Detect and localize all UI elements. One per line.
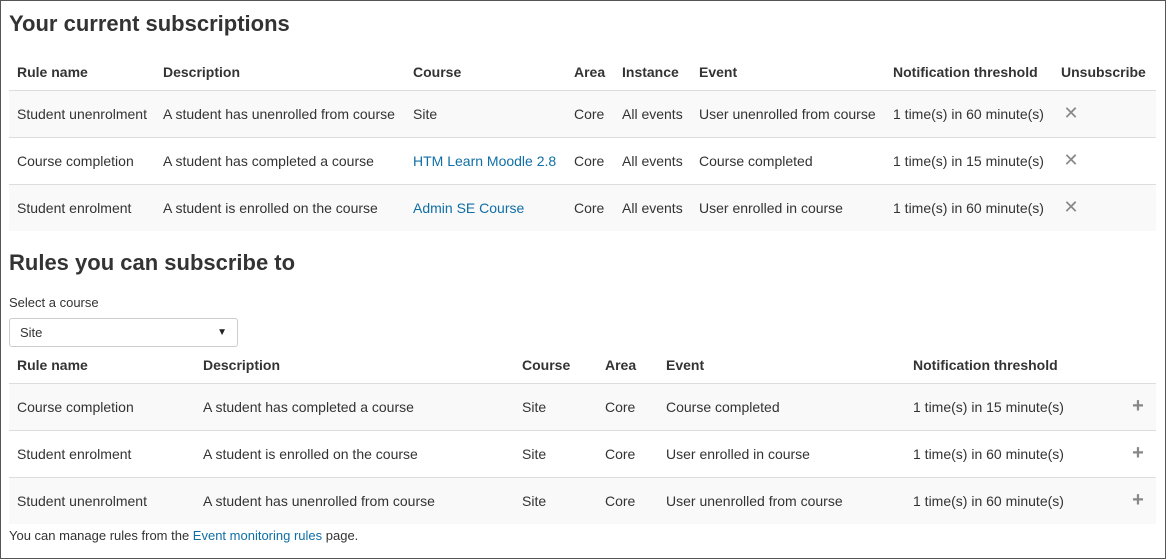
col-area: Area: [566, 54, 614, 91]
threshold: 1 time(s) in 60 minute(s): [905, 429, 1105, 477]
course-select-value: Site: [20, 325, 43, 340]
description: A student has completed a course: [155, 136, 405, 184]
select-course-label: Select a course: [9, 295, 99, 310]
close-icon[interactable]: ✕: [1061, 197, 1081, 218]
threshold: 1 time(s) in 60 minute(s): [885, 183, 1053, 231]
course: Site: [514, 382, 597, 430]
description: A student has completed a course: [195, 382, 514, 430]
col-course: Course: [514, 347, 597, 384]
subscribe-cell: +: [1105, 429, 1156, 477]
footer-note: You can manage rules from the Event moni…: [9, 528, 358, 543]
threshold: 1 time(s) in 15 minute(s): [905, 382, 1105, 430]
rules-heading: Rules you can subscribe to: [9, 250, 296, 275]
course: Site: [405, 89, 566, 137]
subscribe-cell: +: [1105, 476, 1156, 524]
course-select[interactable]: Site ▼: [9, 318, 238, 347]
event-monitoring-rules-link[interactable]: Event monitoring rules: [193, 528, 322, 543]
event: User unenrolled from course: [658, 476, 905, 524]
area: Core: [597, 476, 658, 524]
close-icon[interactable]: ✕: [1061, 103, 1081, 124]
available-rules-table: Rule name Description Course Area Event …: [9, 347, 1156, 524]
rule-name: Student enrolment: [9, 429, 195, 477]
table-header-row: Rule name Description Course Area Event …: [9, 347, 1156, 384]
col-description: Description: [195, 347, 514, 384]
col-threshold: Notification threshold: [905, 347, 1105, 384]
col-event: Event: [691, 54, 885, 91]
plus-icon[interactable]: +: [1128, 489, 1148, 512]
area: Core: [597, 429, 658, 477]
table-row: Student enrolment A student is enrolled …: [9, 429, 1156, 477]
current-subscriptions-table: Rule name Description Course Area Instan…: [9, 54, 1156, 231]
chevron-down-icon: ▼: [217, 327, 227, 338]
plus-icon[interactable]: +: [1128, 442, 1148, 465]
course: Site: [514, 429, 597, 477]
course-link[interactable]: Admin SE Course: [413, 200, 524, 216]
col-description: Description: [155, 54, 405, 91]
description: A student is enrolled on the course: [195, 429, 514, 477]
col-unsubscribe: Unsubscribe: [1053, 54, 1156, 91]
current-subscriptions-heading: Your current subscriptions: [9, 11, 290, 36]
footer-suffix: page.: [322, 528, 359, 543]
col-threshold: Notification threshold: [885, 54, 1053, 91]
rule-name: Student unenrolment: [9, 476, 195, 524]
unsubscribe-cell: ✕: [1053, 89, 1156, 137]
col-event: Event: [658, 347, 905, 384]
threshold: 1 time(s) in 15 minute(s): [885, 136, 1053, 184]
area: Core: [566, 183, 614, 231]
rule-name: Course completion: [9, 382, 195, 430]
instance: All events: [614, 136, 691, 184]
area: Core: [597, 382, 658, 430]
course-link[interactable]: HTM Learn Moodle 2.8: [413, 153, 556, 169]
description: A student has unenrolled from course: [195, 476, 514, 524]
description: A student is enrolled on the course: [155, 183, 405, 231]
col-instance: Instance: [614, 54, 691, 91]
course-cell: HTM Learn Moodle 2.8: [405, 136, 566, 184]
event: User enrolled in course: [658, 429, 905, 477]
event: Course completed: [691, 136, 885, 184]
event: User unenrolled from course: [691, 89, 885, 137]
close-icon[interactable]: ✕: [1061, 150, 1081, 171]
col-action: [1105, 347, 1156, 384]
footer-prefix: You can manage rules from the: [9, 528, 193, 543]
course-cell: Admin SE Course: [405, 183, 566, 231]
course: Site: [514, 476, 597, 524]
col-rule-name: Rule name: [9, 347, 195, 384]
rule-name: Course completion: [9, 136, 155, 184]
description: A student has unenrolled from course: [155, 89, 405, 137]
unsubscribe-cell: ✕: [1053, 136, 1156, 184]
table-row: Course completion A student has complete…: [9, 136, 1156, 184]
col-area: Area: [597, 347, 658, 384]
area: Core: [566, 136, 614, 184]
event: User enrolled in course: [691, 183, 885, 231]
table-row: Student unenrolment A student has unenro…: [9, 476, 1156, 524]
table-header-row: Rule name Description Course Area Instan…: [9, 54, 1156, 91]
table-row: Student enrolment A student is enrolled …: [9, 183, 1156, 231]
table-row: Student unenrolment A student has unenro…: [9, 89, 1156, 137]
col-rule-name: Rule name: [9, 54, 155, 91]
table-row: Course completion A student has complete…: [9, 382, 1156, 430]
instance: All events: [614, 183, 691, 231]
threshold: 1 time(s) in 60 minute(s): [905, 476, 1105, 524]
rule-name: Student enrolment: [9, 183, 155, 231]
area: Core: [566, 89, 614, 137]
col-course: Course: [405, 54, 566, 91]
subscribe-cell: +: [1105, 382, 1156, 430]
event: Course completed: [658, 382, 905, 430]
unsubscribe-cell: ✕: [1053, 183, 1156, 231]
plus-icon[interactable]: +: [1128, 395, 1148, 418]
threshold: 1 time(s) in 60 minute(s): [885, 89, 1053, 137]
instance: All events: [614, 89, 691, 137]
rule-name: Student unenrolment: [9, 89, 155, 137]
